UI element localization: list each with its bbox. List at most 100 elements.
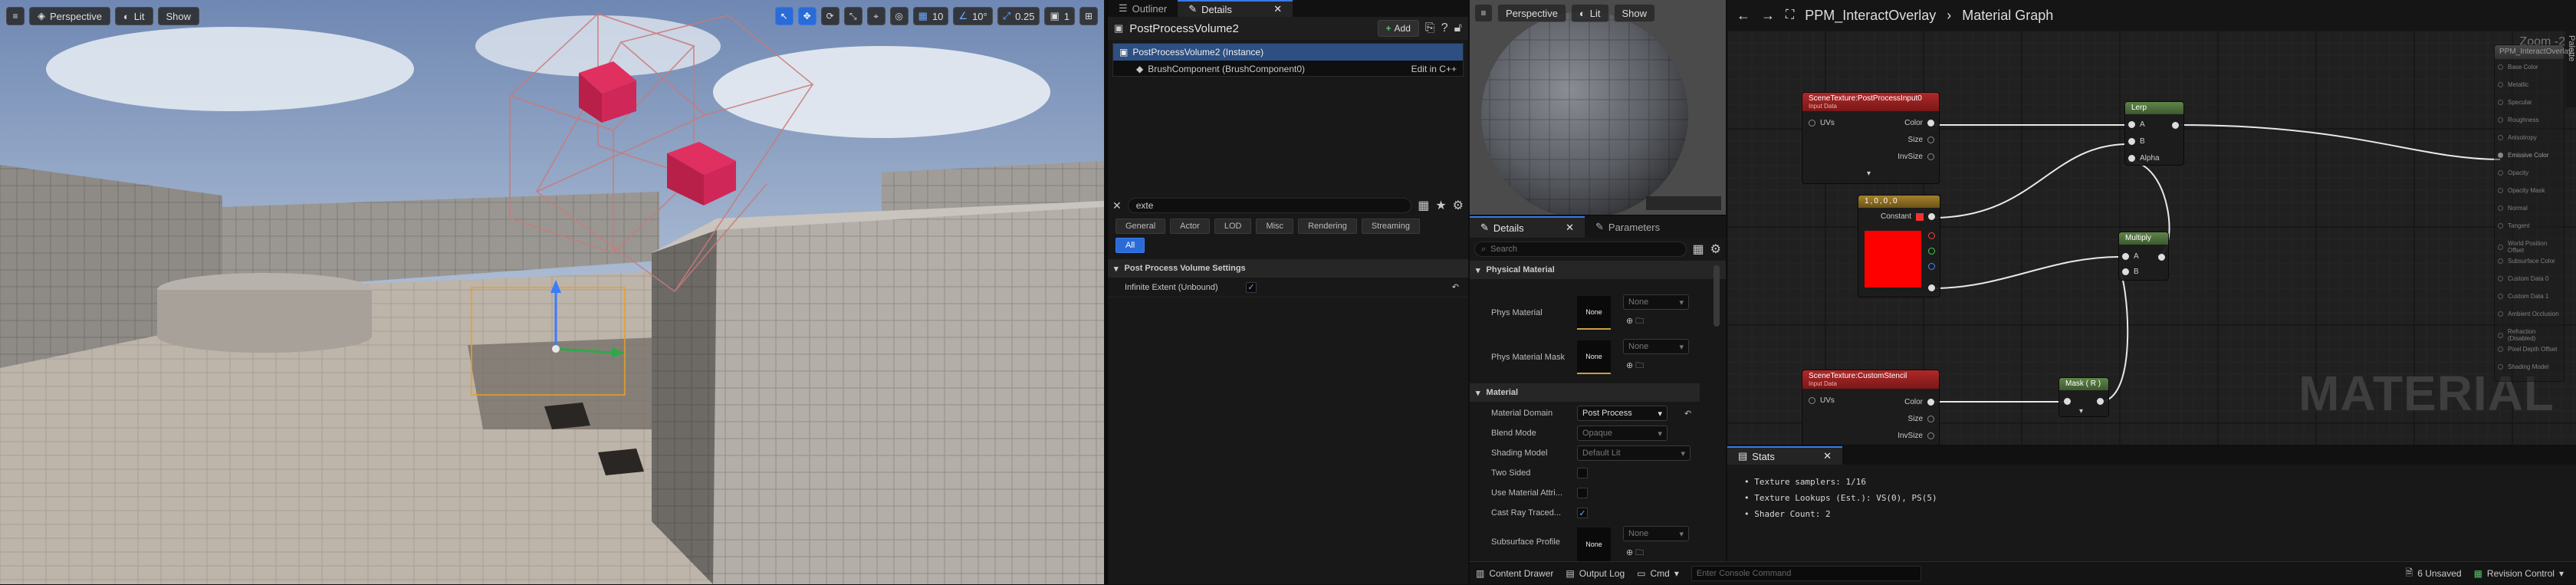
add-component-button[interactable]: + Add — [1377, 20, 1419, 37]
result-pin[interactable]: Base Color — [2498, 64, 2538, 71]
browse-icon[interactable]: ⊕ 🗀︎ — [1626, 359, 1644, 373]
details-search-input[interactable]: exte — [1127, 198, 1412, 213]
tree-item-instance[interactable]: ▣ PostProcessVolume2 (Instance) — [1113, 44, 1463, 61]
pin-size[interactable]: Size — [1908, 136, 1934, 144]
result-pin[interactable]: Custom Data 1 — [2498, 293, 2548, 300]
result-pin[interactable]: Custom Data 0 — [2498, 275, 2548, 282]
category-tab-streaming[interactable]: Streaming — [1361, 219, 1420, 234]
pin-input[interactable] — [2064, 398, 2071, 405]
show-button[interactable]: Show — [157, 7, 200, 25]
result-pin[interactable]: Normal — [2498, 205, 2528, 212]
result-pin[interactable]: Anisotropy — [2498, 134, 2537, 141]
result-pin[interactable]: Opacity — [2498, 169, 2528, 176]
result-pin[interactable]: Emissive Color — [2498, 152, 2548, 159]
pin-uvs[interactable]: UVs — [1809, 396, 1835, 405]
pin-uvs[interactable]: UVs — [1809, 119, 1835, 127]
phys-material-mask-dropdown[interactable]: None ▾ — [1623, 339, 1689, 354]
node-constant[interactable]: 1,0,0,0 Constant — [1858, 195, 1940, 297]
material-preview-viewport[interactable]: ≡ Perspective ◐ Lit Show — [1470, 0, 1726, 215]
result-pin[interactable]: World Position Offset — [2498, 240, 2564, 254]
viewport-menu-icon[interactable]: ≡ — [6, 7, 25, 25]
translate-icon[interactable]: ✥ — [797, 7, 816, 25]
palette-tab[interactable]: Palette — [2565, 31, 2576, 107]
pin-a[interactable] — [1928, 284, 1935, 291]
result-pin[interactable]: Roughness — [2498, 117, 2538, 123]
category-tab-lod[interactable]: LOD — [1214, 219, 1252, 234]
infinite-extent-checkbox[interactable]: ✓ — [1246, 281, 1257, 293]
phys-material-thumbnail[interactable]: None — [1577, 296, 1611, 330]
pin-alpha[interactable]: Alpha — [2128, 154, 2160, 163]
blend-mode-dropdown[interactable]: Opaque ▾ — [1577, 426, 1668, 441]
surface-snap-icon[interactable]: ⌖ — [866, 7, 886, 25]
browse-icon[interactable]: ⊕ 🗀︎ — [1626, 314, 1644, 329]
settings-icon[interactable]: ⚙ — [1453, 198, 1464, 213]
result-pin[interactable]: Refraction (Disabled) — [2498, 328, 2564, 342]
category-tab-all[interactable]: All — [1116, 238, 1145, 253]
phys-material-mask-thumbnail[interactable]: None — [1577, 340, 1611, 374]
select-mode-icon[interactable]: ↖ — [774, 7, 794, 25]
pin-a[interactable]: A — [2128, 120, 2145, 129]
rotation-snap-button[interactable]: ∠ 10° — [953, 7, 993, 25]
result-pin[interactable]: Pixel Depth Offset — [2498, 346, 2557, 353]
material-domain-dropdown[interactable]: Post Process ▾ — [1577, 406, 1668, 421]
pin-invsize[interactable]: InvSize — [1898, 432, 1934, 440]
use-material-attributes-checkbox[interactable] — [1577, 488, 1588, 498]
result-pin[interactable]: Subsurface Color — [2498, 258, 2555, 265]
reset-icon[interactable]: ↶ — [1452, 282, 1459, 292]
perspective-button[interactable]: ◈ Perspective — [29, 7, 110, 25]
grid-snap-button[interactable]: ▦ 10 — [912, 7, 949, 25]
material-graph-canvas[interactable]: Zoom -2 Palette MATERIAL SceneTexture:Po… — [1727, 31, 2576, 445]
breadcrumb-graph[interactable]: Material Graph — [1962, 8, 2053, 24]
result-pin[interactable]: Shading Model — [2498, 363, 2548, 370]
pin-b[interactable]: B — [2128, 137, 2145, 146]
category-tab-actor[interactable]: Actor — [1170, 219, 1210, 234]
post-process-section-header[interactable]: ▾ Post Process Volume Settings — [1108, 259, 1468, 278]
result-pin[interactable]: Metallic — [2498, 81, 2528, 88]
scale-snap-button[interactable]: ⤢ 0.25 — [997, 7, 1040, 25]
pin-g[interactable] — [1928, 248, 1935, 255]
phys-material-dropdown[interactable]: None ▾ — [1623, 294, 1689, 310]
preview-lit-button[interactable]: ◐ Lit — [1570, 4, 1609, 22]
pin-constant[interactable]: Constant — [1881, 212, 1935, 221]
result-pin[interactable]: Tangent — [2498, 222, 2529, 229]
physical-material-section[interactable]: ▾ Physical Material — [1470, 261, 1726, 279]
reset-icon[interactable]: ↶ — [1684, 409, 1691, 419]
node-multiply[interactable]: Multiply A B — [2118, 232, 2169, 281]
rotate-icon[interactable]: ⟳ — [820, 7, 840, 25]
category-tab-rendering[interactable]: Rendering — [1298, 219, 1357, 234]
result-pin[interactable]: Ambient Occlusion — [2498, 311, 2559, 317]
output-log-button[interactable]: ▤ Output Log — [1566, 568, 1625, 579]
lit-button[interactable]: ◐ Lit — [114, 7, 153, 25]
tab-details[interactable]: ✎ Details ✕ — [1178, 0, 1293, 17]
subsurface-dropdown[interactable]: None ▾ — [1623, 526, 1689, 541]
category-tab-misc[interactable]: Misc — [1256, 219, 1294, 234]
pin-b[interactable]: B — [2122, 268, 2139, 276]
node-scene-texture-postprocess[interactable]: SceneTexture:PostProcessInput0 Input Data… — [1802, 92, 1940, 184]
content-drawer-button[interactable]: ▥ Content Drawer — [1476, 568, 1553, 579]
cast-ray-traced-checkbox[interactable]: ✓ — [1577, 508, 1588, 518]
node-result[interactable]: PPM_InteractOverlay Base Color Metallic Sp… — [2494, 44, 2572, 382]
pin-output[interactable] — [2097, 398, 2104, 405]
scale-icon[interactable]: ⤡ — [843, 7, 863, 25]
two-sided-checkbox[interactable] — [1577, 468, 1588, 478]
pin-output[interactable] — [2158, 254, 2165, 261]
help-icon[interactable]: ? — [1441, 21, 1448, 35]
pin-r[interactable] — [1928, 232, 1935, 239]
node-scene-texture-stencil[interactable]: SceneTexture:CustomStencil Input Data UVs… — [1802, 370, 1940, 445]
favorites-icon[interactable]: ★ — [1435, 198, 1446, 213]
pin-output[interactable] — [2172, 122, 2179, 129]
viewport-scene[interactable] — [0, 0, 1104, 584]
scrollbar[interactable] — [1714, 265, 1720, 327]
close-icon[interactable]: ✕ — [1823, 450, 1832, 462]
breadcrumb-asset[interactable]: PPM_InteractOverlay — [1805, 8, 1936, 24]
result-pin[interactable]: Opacity Mask — [2498, 187, 2545, 194]
expand-chevron-icon[interactable]: ▾ — [1867, 169, 1871, 178]
cmd-dropdown[interactable]: ▭ Cmd ▾ — [1637, 568, 1679, 579]
tab-outliner[interactable]: ☰ Outliner — [1108, 0, 1178, 17]
tree-item-brush[interactable]: ◆ BrushComponent (BrushComponent0) Edit i… — [1113, 61, 1463, 77]
tab-parameters[interactable]: ✎ Parameters — [1585, 216, 1671, 238]
category-tab-general[interactable]: General — [1116, 219, 1166, 234]
pin-size[interactable]: Size — [1908, 415, 1934, 423]
node-mask[interactable]: Mask ( R ) ▾ — [2058, 377, 2109, 417]
forward-arrow-icon[interactable]: → — [1761, 8, 1775, 24]
